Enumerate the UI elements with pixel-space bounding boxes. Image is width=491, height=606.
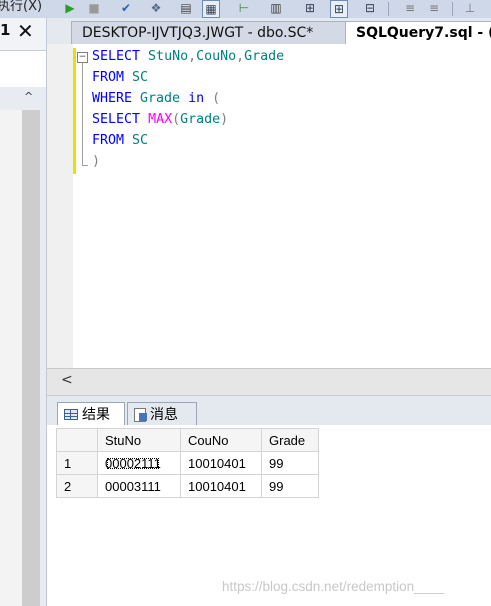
- grid-cell[interactable]: 10010401: [180, 451, 262, 475]
- grid-cell[interactable]: 00003111: [97, 474, 181, 498]
- toolbar-separator: [388, 2, 389, 16]
- results-tab-strip: 结果 消息: [47, 395, 491, 426]
- uncomment-icon[interactable]: ≡: [402, 0, 418, 16]
- sql-editor[interactable]: − SELECT StuNo,CouNo,Grade FROM SC WHERE G…: [47, 44, 491, 368]
- code-token: SELECT: [92, 112, 141, 127]
- tab-sc-table[interactable]: DESKTOP-IJVTJQ3.JWGT - dbo.SC*: [71, 21, 369, 44]
- panel-header: 1 ✕: [0, 18, 46, 51]
- include-plan-icon[interactable]: ▥: [268, 0, 284, 16]
- results-text-icon[interactable]: ▤: [178, 0, 194, 16]
- document-tab-strip: DESKTOP-IJVTJQ3.JWGT - dbo.SC* SQLQuery7…: [47, 18, 491, 44]
- scroll-left-icon[interactable]: <: [61, 372, 73, 388]
- code-token: ,: [236, 49, 245, 64]
- code-line: ): [92, 154, 100, 170]
- column-header[interactable]: CouNo: [180, 428, 262, 452]
- code-line: FROM SC: [92, 133, 148, 149]
- query-options-icon[interactable]: ⊢: [236, 0, 252, 16]
- collapse-icon[interactable]: −: [77, 52, 88, 63]
- panel-scroll-track[interactable]: [0, 110, 22, 606]
- panel-number: 1: [0, 21, 11, 39]
- grid-cell[interactable]: 00002111: [97, 451, 181, 475]
- execute-icon[interactable]: ▶: [62, 0, 78, 16]
- indent-icon[interactable]: ≡: [426, 0, 442, 16]
- table-row: 2 00003111 10010401 99: [56, 474, 319, 498]
- toolbar-separator: [452, 2, 453, 16]
- parse-icon[interactable]: ✔: [118, 0, 134, 16]
- column-header[interactable]: StuNo: [97, 428, 181, 452]
- code-token: MAX: [148, 112, 173, 127]
- editor-margin: [47, 44, 73, 368]
- close-icon[interactable]: ✕: [17, 19, 34, 43]
- code-token: FROM: [92, 133, 125, 148]
- tab-messages[interactable]: 消息: [127, 402, 197, 426]
- code-token: SC: [124, 133, 149, 148]
- grid-cell[interactable]: 10010401: [180, 474, 262, 498]
- code-token: ,: [188, 49, 197, 64]
- code-line: FROM SC: [92, 70, 148, 86]
- code-token: Grade: [180, 112, 221, 127]
- results-file-icon[interactable]: ⊞: [330, 0, 348, 18]
- outdent-icon[interactable]: ⊥: [462, 0, 478, 16]
- object-explorer-panel: 1 ✕ ^: [0, 18, 47, 606]
- code-line: SELECT StuNo,CouNo,Grade: [92, 49, 284, 65]
- code-token: ): [220, 112, 229, 127]
- code-token: Grade: [132, 91, 181, 106]
- watermark: https://blog.csdn.net/redemption____: [222, 579, 445, 594]
- stop-icon[interactable]: ■: [86, 0, 102, 16]
- code-token: in: [180, 91, 205, 106]
- tab-results-label: 结果: [82, 406, 110, 423]
- grid-cell[interactable]: 99: [261, 451, 319, 475]
- column-header[interactable]: Grade: [261, 428, 319, 452]
- grid-cell[interactable]: 99: [261, 474, 319, 498]
- tab-results[interactable]: 结果: [57, 402, 125, 426]
- change-indicator-bar: [73, 48, 76, 174]
- scroll-up-icon[interactable]: ^: [24, 90, 33, 103]
- results-grid: StuNo CouNo Grade 1 00002111 10010401 99…: [56, 428, 319, 498]
- code-line: WHERE Grade in (: [92, 91, 220, 107]
- row-number[interactable]: 1: [56, 451, 98, 475]
- code-token: FROM: [92, 70, 125, 85]
- tab-sqlquery7[interactable]: SQLQuery7.sql - (l.: [345, 21, 491, 44]
- code-token: ): [92, 154, 101, 169]
- comment-icon[interactable]: ⊟: [362, 0, 378, 16]
- results-pane: StuNo CouNo Grade 1 00002111 10010401 99…: [47, 425, 491, 606]
- code-token: (: [204, 91, 221, 106]
- code-token: SELECT: [92, 49, 141, 64]
- code-token: StuNo: [140, 49, 189, 64]
- code-token: CouNo: [196, 49, 237, 64]
- table-row: 1 00002111 10010401 99: [56, 451, 319, 475]
- debug-icon[interactable]: ❖: [148, 0, 164, 16]
- results-grid-icon[interactable]: ▦: [202, 0, 220, 18]
- editor-horizontal-scrollbar[interactable]: <: [47, 368, 491, 395]
- grid-icon: [64, 409, 78, 420]
- code-token: Grade: [244, 49, 285, 64]
- code-line: SELECT MAX(Grade): [92, 112, 228, 128]
- code-token: (: [172, 112, 181, 127]
- grid-header-row: StuNo CouNo Grade: [56, 428, 319, 452]
- code-token: WHERE: [92, 91, 133, 106]
- tab-messages-label: 消息: [150, 406, 178, 423]
- row-number-header[interactable]: [56, 428, 98, 452]
- execute-menu[interactable]: 执行(X): [0, 0, 42, 14]
- toolbar: 执行(X) ▶ ■ ✔ ❖ ▤ ▦ ⊢ ▥ ⊞ ⊞ ⊟ ≡ ≡ ⊥: [0, 0, 491, 19]
- code-token: SC: [124, 70, 149, 85]
- message-icon: [134, 407, 147, 422]
- panel-content: [0, 51, 46, 87]
- cell-value: 00002111: [105, 455, 161, 471]
- row-number[interactable]: 2: [56, 474, 98, 498]
- fold-guide: [82, 63, 83, 165]
- panel-scrollbar[interactable]: [22, 110, 40, 606]
- fold-guide-end: [82, 165, 88, 166]
- display-plan-icon[interactable]: ⊞: [302, 0, 318, 16]
